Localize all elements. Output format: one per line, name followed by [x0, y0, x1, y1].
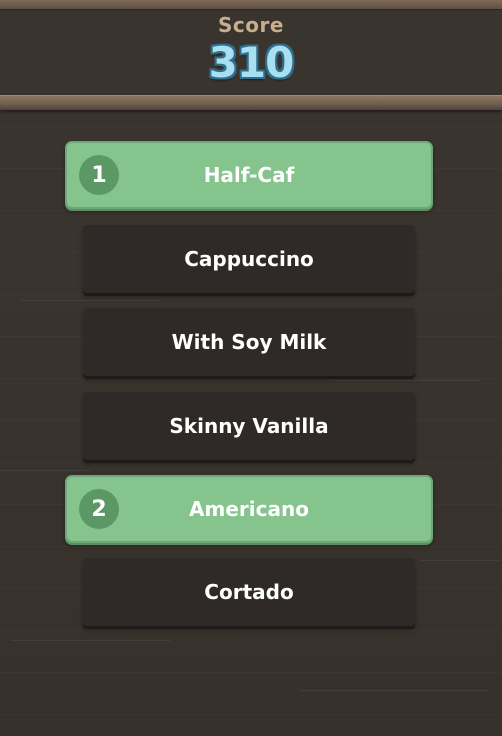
drink-options-list: 1 Half-Caf Cappuccino With Soy Milk Skin… — [0, 0, 502, 736]
option-label: Cortado — [204, 580, 294, 604]
option-americano[interactable]: 2 Americano — [65, 475, 433, 543]
option-with-soy-milk[interactable]: With Soy Milk — [83, 308, 415, 376]
option-label: Americano — [189, 497, 309, 521]
option-label: Skinny Vanilla — [169, 414, 329, 438]
option-cortado[interactable]: Cortado — [83, 558, 415, 626]
option-cappuccino[interactable]: Cappuccino — [83, 225, 415, 293]
option-label: With Soy Milk — [171, 330, 327, 354]
option-half-caf[interactable]: 1 Half-Caf — [65, 141, 433, 209]
option-skinny-vanilla[interactable]: Skinny Vanilla — [83, 392, 415, 460]
option-label: Half-Caf — [203, 163, 295, 187]
option-label: Cappuccino — [184, 247, 314, 271]
rank-badge: 2 — [79, 489, 119, 529]
rank-badge: 1 — [79, 155, 119, 195]
